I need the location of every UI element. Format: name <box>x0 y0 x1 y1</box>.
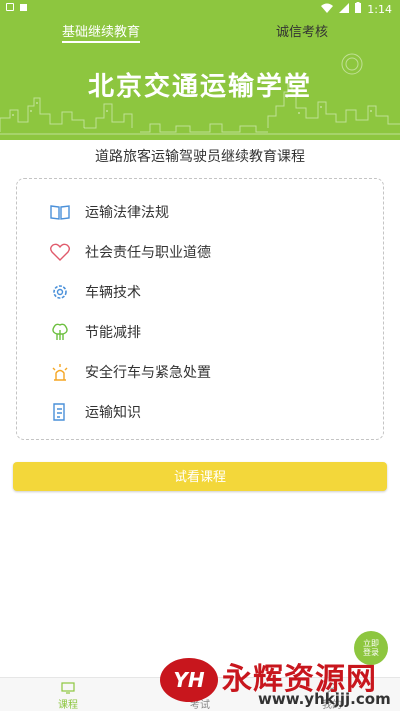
course-item-ethics[interactable]: 社会责任与职业道德 <box>49 240 211 264</box>
course-item-label: 节能减排 <box>85 325 141 341</box>
signal-icon <box>339 2 350 16</box>
banner: 北京交通运输学堂 <box>0 48 400 140</box>
book-icon <box>49 201 71 223</box>
status-bar: 1:14 <box>0 0 400 18</box>
wifi-icon <box>321 3 334 16</box>
alarm-light-icon <box>49 361 71 383</box>
course-item-label: 安全行车与紧急处置 <box>85 365 211 381</box>
watermark-url: www.yhkjjj.com <box>258 690 391 708</box>
gear-icon <box>49 281 71 303</box>
course-item-label: 运输知识 <box>85 405 141 421</box>
trial-course-button[interactable]: 试看课程 <box>13 462 387 491</box>
battery-icon <box>355 2 362 16</box>
course-item-safety[interactable]: 安全行车与紧急处置 <box>49 360 211 384</box>
course-item-label: 车辆技术 <box>85 285 141 301</box>
login-line-1: 立即 <box>363 639 379 648</box>
tree-icon <box>49 321 71 343</box>
status-right: 1:14 <box>321 2 392 16</box>
nav-label: 课程 <box>58 700 78 711</box>
heart-icon <box>49 241 71 263</box>
course-item-vehicle-tech[interactable]: 车辆技术 <box>49 280 141 304</box>
clock: 1:14 <box>367 2 392 16</box>
banner-title: 北京交通运输学堂 <box>87 72 312 102</box>
tab-integrity-assessment[interactable]: 诚信考核 <box>276 21 328 45</box>
top-tabs: 基础继续教育 诚信考核 <box>0 18 400 48</box>
course-list: 运输法律法规 社会责任与职业道德 车辆技术 节能减排 安全行车与紧急处置 运输知… <box>16 178 384 440</box>
course-item-laws[interactable]: 运输法律法规 <box>49 200 169 224</box>
document-icon <box>49 401 71 423</box>
tab-basic-education[interactable]: 基础继续教育 <box>62 21 141 45</box>
course-item-label: 社会责任与职业道德 <box>85 245 211 261</box>
notification-icon <box>6 3 14 11</box>
course-heading: 道路旅客运输驾驶员继续教育课程 <box>95 149 305 165</box>
course-item-energy[interactable]: 节能减排 <box>49 320 141 344</box>
nav-item-course[interactable]: 课程 <box>38 680 98 711</box>
tab-label: 基础继续教育 <box>62 25 141 40</box>
tab-label: 诚信考核 <box>276 25 329 40</box>
monitor-icon <box>38 680 98 696</box>
watermark: YH 永辉资源网 www.yhkjjj.com <box>160 652 400 708</box>
course-item-label: 运输法律法规 <box>85 205 169 221</box>
status-left-icons <box>6 3 27 11</box>
notification-icon-2 <box>20 3 27 11</box>
course-item-transport-knowledge[interactable]: 运输知识 <box>49 400 141 424</box>
watermark-logo: YH <box>160 658 218 702</box>
tab-active-indicator <box>62 41 141 43</box>
